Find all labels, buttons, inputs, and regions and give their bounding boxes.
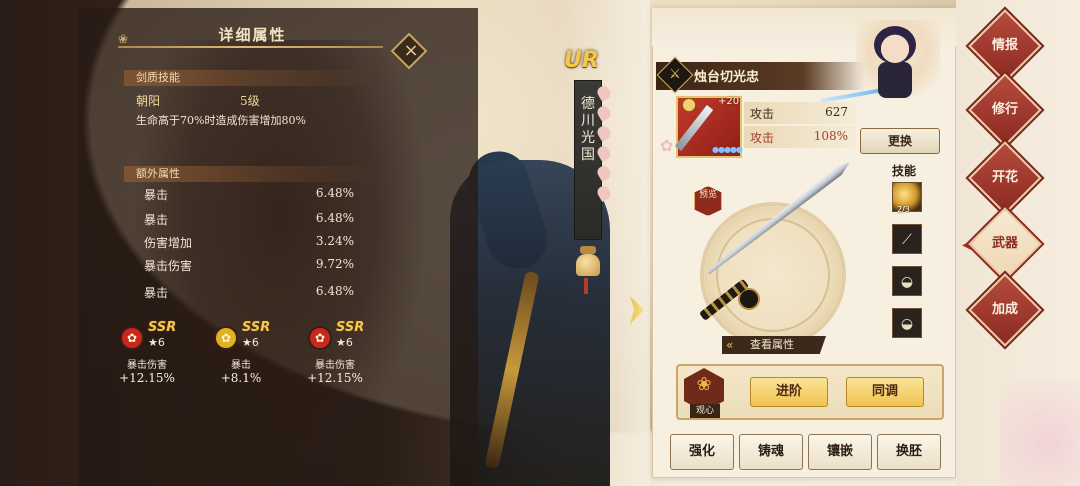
extra-attr-row: 暴击 6.48%: [144, 284, 354, 300]
skill-slot[interactable]: ◒: [892, 308, 922, 338]
skill-slot[interactable]: ◒: [892, 266, 922, 296]
weapon-attr-row: 攻击 627: [744, 102, 856, 124]
weapon-attr-value: 108%: [813, 129, 848, 143]
card-stars: ★6: [336, 336, 353, 349]
extra-attr-row: 暴击 6.48%: [144, 186, 354, 202]
extra-attr-value: 6.48%: [315, 186, 354, 200]
extra-attr-row: 暴击 6.48%: [144, 211, 354, 227]
extra-attr-label: 暴击: [144, 188, 169, 202]
card-rarity: SSR: [242, 320, 271, 335]
extra-attr-row: 暴击伤害 9.72%: [144, 257, 354, 273]
lotus-label: 观心: [690, 404, 720, 418]
card-rarity: SSR: [336, 320, 365, 335]
crit-gem-icon: ✿: [214, 326, 238, 350]
card-attr-name: 暴击伤害: [315, 360, 355, 371]
card-attr-name: 暴击: [231, 360, 251, 371]
sakura-icon: ✿: [660, 136, 674, 155]
sword-skill-name: 朝阳: [136, 94, 161, 108]
weapon-attr-row: 攻击 108%: [744, 126, 856, 148]
extra-attr-value: 9.72%: [315, 257, 354, 271]
tassel-decoration: [584, 278, 588, 294]
sakura-background-decoration: [1000, 380, 1080, 486]
chibi-body-art: [878, 62, 912, 98]
sword-skill-description: 生命高于70%时造成伤害增加80%: [136, 114, 306, 127]
weapon-name: 烛台切光忠: [694, 70, 760, 85]
card-attr-value: +12.15%: [307, 371, 363, 385]
skill-count: 2/3: [897, 205, 910, 214]
weapon-attr-label: 攻击: [750, 131, 775, 145]
weapon-attr-label: 攻击: [750, 107, 775, 121]
enhance-button[interactable]: 强化: [670, 434, 734, 470]
card-attr-name: 暴击伤害: [127, 360, 167, 371]
advance-button[interactable]: 进阶: [750, 377, 828, 407]
extra-attr-label: 暴击: [144, 286, 169, 300]
skills-label: 技能: [892, 164, 917, 178]
sword-icon: ⚔: [669, 67, 681, 82]
extra-attr-label: 伤害增加: [144, 236, 193, 250]
card-attr-value: +8.1%: [220, 371, 262, 385]
nav-bloom-label[interactable]: 开花: [979, 152, 1031, 204]
nav-intel-label[interactable]: 情报: [979, 20, 1031, 72]
nav-bonus-label[interactable]: 加成: [979, 284, 1031, 336]
inlay-button[interactable]: 镶嵌: [808, 434, 872, 470]
chibi-head-art: [874, 26, 916, 64]
extra-attr-row: 伤害增加 3.24%: [144, 234, 354, 250]
sword-skill-header: 剑质技能: [124, 70, 374, 86]
weapon-display-inner-ring: [716, 218, 830, 332]
extra-attr-value: 6.48%: [315, 211, 354, 225]
nav-training-label[interactable]: 修行: [979, 84, 1031, 136]
card-rarity: SSR: [148, 320, 177, 335]
extra-attr-label: 暴击伤害: [144, 259, 193, 273]
extra-attr-label: 暴击: [144, 213, 169, 227]
crit-damage-gem-icon: ✿: [120, 326, 144, 350]
view-attributes-button[interactable]: 查看属性: [722, 336, 826, 354]
card-attr-value: +12.15%: [119, 371, 175, 385]
ur-rarity-badge: UR: [564, 48, 599, 73]
soul-card[interactable]: ✿ SSR ★6 暴击伤害 +12.15%: [102, 320, 198, 388]
extra-attrs-header: 额外属性: [124, 166, 374, 182]
tune-button[interactable]: 同调: [846, 377, 924, 407]
crit-damage-gem-icon: ✿: [308, 326, 332, 350]
character-name: 德川光国: [581, 96, 595, 163]
change-blank-button[interactable]: 换胚: [877, 434, 941, 470]
skill-bell-icon: ◒: [900, 316, 914, 332]
extra-attr-value: 6.48%: [315, 284, 354, 298]
skill-slot[interactable]: ⟋: [892, 224, 922, 254]
card-stars: ★6: [148, 336, 165, 349]
weapon-attr-value: 627: [825, 105, 848, 119]
skill-bell-icon: ◒: [900, 274, 914, 290]
sword-skill-level: 5级: [240, 94, 260, 108]
double-chevron-icon: «: [726, 338, 734, 352]
refine-badge-icon: [682, 98, 696, 112]
detail-panel-title: 详细属性: [218, 26, 287, 44]
bell-icon: [574, 246, 602, 280]
refine-level: +20: [718, 96, 740, 107]
title-divider: [118, 46, 383, 48]
drop-gems-icon: ●●●●●: [712, 145, 743, 154]
card-stars: ★6: [242, 336, 259, 349]
skill-blade-icon: ⟋: [902, 232, 912, 248]
swap-weapon-button[interactable]: 更换: [860, 128, 940, 154]
extra-attr-value: 3.24%: [315, 234, 354, 248]
soul-card[interactable]: ✿ SSR ★6 暴击 +8.1%: [196, 320, 292, 388]
preview-label[interactable]: 预览: [696, 190, 720, 201]
soul-card[interactable]: ✿ SSR ★6 暴击伤害 +12.15%: [290, 320, 386, 388]
lotus-icon: ❀: [696, 374, 712, 395]
close-icon[interactable]: ×: [398, 38, 424, 64]
forge-soul-button[interactable]: 铸魂: [739, 434, 803, 470]
nav-weapon-label[interactable]: 武器: [979, 218, 1031, 270]
